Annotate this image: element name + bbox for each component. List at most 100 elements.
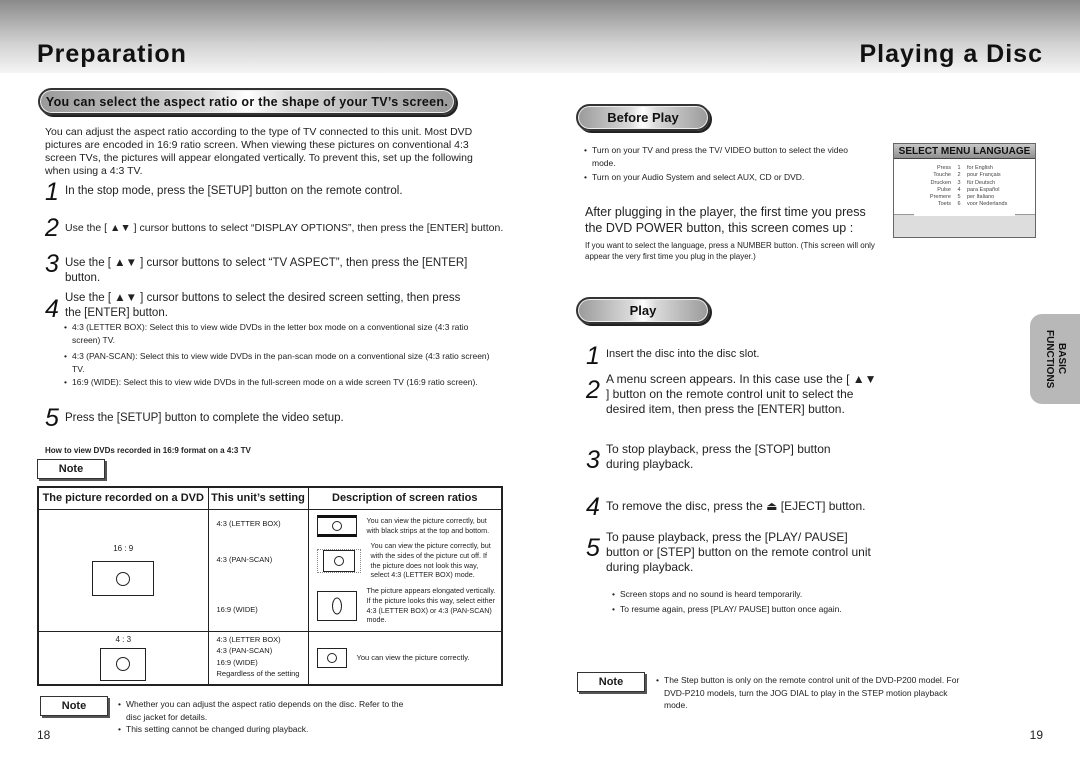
play-step-5: 5 To pause playback, press the [PLAY/ PA…	[586, 530, 881, 575]
language-name: for English	[967, 165, 993, 171]
recorded-cell: 16 : 9	[37, 508, 209, 632]
language-number: 5	[957, 194, 961, 201]
tv-wide-elongated-icon	[316, 590, 357, 621]
desc-panscan: You can view the picture correctly, but …	[316, 538, 498, 584]
bottom-note-bullet: This setting cannot be changed during pl…	[118, 723, 418, 736]
language-word: Pulse	[937, 186, 951, 193]
language-option: Drucken 3 für Deutsch	[894, 180, 1035, 187]
desc-text: The picture appears elongated vertically…	[366, 586, 496, 625]
language-number: 2	[957, 172, 961, 179]
step-text: In the stop mode, press the [SETUP] butt…	[65, 185, 403, 197]
page-number-left: 18	[37, 728, 51, 742]
language-word: Premere	[929, 194, 951, 201]
language-list: Press 1 for English Touche 2 pour Français D…	[894, 159, 1035, 209]
language-hint-text: If you want to select the language, pres…	[585, 241, 875, 261]
play-banner-text: Play	[629, 303, 657, 318]
step-text: To stop playback, press the [STOP] butto…	[606, 442, 831, 471]
note-label: Note	[37, 459, 105, 479]
description-cell: You can view the picture correctly.	[307, 630, 503, 686]
table-row: 16 : 9 4:3 (LETTER BOX) 4:3 (PAN-SCAN) 1…	[37, 508, 503, 632]
language-name: für Deutsch	[967, 179, 996, 186]
tv-16-9-icon	[92, 561, 155, 596]
language-name: para Español	[967, 186, 1000, 193]
setting-panscan: 4:3 (PAN-SCAN)	[216, 554, 273, 564]
setting-item: Regardless of the setting	[216, 669, 300, 678]
intro-paragraph: You can adjust the aspect ratio accordin…	[45, 126, 473, 177]
language-option: Pulse 4 para Español	[894, 187, 1035, 194]
language-option: Press 1 for English	[894, 165, 1035, 172]
power-on-text: After plugging in the player, the first …	[585, 205, 866, 235]
play-step5-bullet: Screen stops and no sound is heard tempo…	[612, 588, 882, 601]
basic-functions-tab[interactable]: BASIC FUNCTIONS	[1030, 314, 1080, 404]
prep-step-3: 3 Use the [ ▲▼ ] cursor buttons to selec…	[45, 252, 505, 285]
setting-wide: 16:9 (WIDE)	[216, 604, 258, 614]
prep-step-4: 4 Use the [ ▲▼ ] cursor buttons to selec…	[45, 291, 485, 323]
step-text: Use the [ ▲▼ ] cursor buttons to select …	[65, 292, 461, 319]
language-option: Touche 2 pour Français	[894, 172, 1035, 179]
prep-step-1: 1 In the stop mode, press the [SETUP] bu…	[45, 178, 505, 206]
setting-item: 4:3 (LETTER BOX)	[216, 634, 281, 644]
step-number: 1	[586, 342, 600, 370]
prep-step-2: 2 Use the [ ▲▼ ] cursor buttons to selec…	[45, 216, 505, 241]
before-play-bullet: Turn on your TV and press the TV/ VIDEO …	[584, 144, 864, 169]
language-option: Premere 5 per Italiano	[894, 194, 1035, 201]
play-step-4: 4 To remove the disc, press the ⏏ [EJECT…	[586, 493, 881, 521]
step-number: 4	[586, 493, 600, 521]
bottom-note-label: Note	[40, 696, 108, 716]
step-number: 5	[45, 404, 59, 432]
settings-cell: 4:3 (LETTER BOX) 4:3 (PAN-SCAN) 16:9 (WI…	[207, 630, 309, 686]
desc-4-3: You can view the picture correctly.	[316, 647, 502, 668]
step-number: 1	[45, 178, 59, 206]
desc-letterbox: You can view the picture correctly, but …	[316, 514, 498, 538]
play-banner: Play	[576, 297, 710, 324]
setting-item: 16:9 (WIDE)	[216, 657, 258, 667]
language-number: 3	[957, 179, 961, 186]
tv-panscan-icon	[322, 549, 355, 572]
step-text: Use the [ ▲▼ ] cursor buttons to select …	[64, 257, 468, 284]
howto-heading: How to view DVDs recorded in 16:9 format…	[45, 446, 251, 455]
step-text: Press the [SETUP] button to complete the…	[65, 412, 344, 424]
desc-text: You can view the picture correctly.	[356, 652, 470, 662]
language-number: 6	[957, 201, 961, 208]
recorded-ratio-label: 4 : 3	[115, 634, 132, 644]
step-number: 3	[45, 250, 59, 278]
step-text: To remove the disc, press the ⏏ [EJECT] …	[606, 499, 866, 513]
bottom-note-bullet: Whether you can adjust the aspect ratio …	[118, 698, 418, 723]
language-word: Toets	[937, 201, 951, 208]
step-number: 5	[586, 534, 600, 562]
table-header: This unit’s setting	[207, 486, 309, 510]
step-text: A menu screen appears. In this case use …	[606, 372, 877, 416]
language-number: 1	[957, 165, 961, 171]
language-menu-footer	[894, 213, 1035, 237]
table-header-row: The picture recorded on a DVD This unit’…	[37, 486, 503, 510]
setting-letterbox: 4:3 (LETTER BOX)	[216, 518, 281, 528]
step-number: 3	[586, 446, 600, 474]
language-option: Toets 6 voor Nederlands	[894, 201, 1035, 208]
play-step-1: 1 Insert the disc into the disc slot.	[586, 342, 886, 370]
language-number: 4	[957, 186, 961, 193]
language-word: Touche	[933, 172, 951, 179]
description-cell: You can view the picture correctly, but …	[307, 508, 503, 632]
step4-bullet-wide: 16:9 (WIDE): Select this to view wide DV…	[64, 376, 504, 389]
page-number-right: 19	[1029, 728, 1043, 742]
table-header: Description of screen ratios	[307, 486, 503, 510]
tv-4-3-icon	[100, 647, 147, 681]
play-step-2: 2 A menu screen appears. In this case us…	[586, 372, 881, 417]
before-play-banner: Before Play	[576, 104, 710, 131]
language-word: Press	[936, 165, 951, 171]
page-title-preparation: Preparation	[37, 40, 187, 68]
step-text: To pause playback, press the [PLAY/ PAUS…	[606, 530, 871, 574]
step-number: 4	[45, 295, 59, 323]
before-play-banner-text: Before Play	[607, 110, 679, 125]
setting-item: 4:3 (PAN-SCAN)	[216, 646, 273, 655]
side-tab-label: BASIC FUNCTIONS	[1044, 329, 1067, 389]
prep-step-5: 5 Press the [SETUP] button to complete t…	[45, 404, 505, 432]
play-step5-bullet: To resume again, press [PLAY/ PAUSE] but…	[612, 603, 882, 616]
table-row: 4 : 3 4:3 (LETTER BOX) 4:3 (PAN-SCAN) 16…	[37, 630, 503, 686]
aspect-ratio-banner: You can select the aspect ratio or the s…	[38, 88, 456, 115]
language-name: pour Français	[967, 172, 1001, 179]
language-name: voor Nederlands	[967, 201, 1008, 208]
recorded-cell: 4 : 3	[37, 630, 209, 686]
language-menu-title: SELECT MENU LANGUAGE	[894, 144, 1035, 159]
step-text: Use the [ ▲▼ ] cursor buttons to select …	[65, 222, 504, 234]
